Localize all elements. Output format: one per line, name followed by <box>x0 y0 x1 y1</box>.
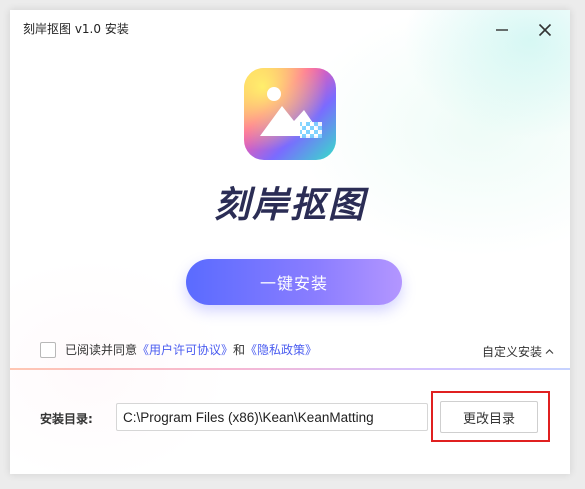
custom-install-label: 自定义安装 <box>482 345 543 359</box>
agreement-prefix: 已阅读并同意 <box>65 343 138 357</box>
privacy-policy-link[interactable]: 《隐私政策》 <box>245 341 317 358</box>
user-agreement-link[interactable]: 《用户许可协议》 <box>137 341 233 358</box>
chevron-up-icon <box>545 349 554 354</box>
agreement-row: 已阅读并同意 《用户许可协议》 和 《隐私政策》 <box>40 341 317 358</box>
install-directory-input[interactable]: C:\Program Files (x86)\Kean\KeanMatting <box>116 403 428 431</box>
close-icon <box>538 23 552 37</box>
brand-name: 刻岸抠图 <box>213 185 366 226</box>
section-divider <box>10 368 570 370</box>
custom-install-toggle[interactable]: 自定义安装 <box>482 343 554 360</box>
app-logo-icon <box>244 68 336 160</box>
minimize-icon <box>496 29 508 31</box>
close-button[interactable] <box>533 18 557 42</box>
installer-window: 刻岸抠图 v1.0 安装 刻岸抠图 一键安装 已阅读并同意 《用户许可协议》 和… <box>10 10 570 474</box>
window-title: 刻岸抠图 v1.0 安装 <box>23 22 129 36</box>
change-directory-button[interactable]: 更改目录 <box>440 401 538 433</box>
agreement-and: 和 <box>233 343 246 357</box>
one-click-install-button[interactable]: 一键安装 <box>186 259 402 305</box>
minimize-button[interactable] <box>490 18 514 42</box>
install-directory-label: 安装目录: <box>40 412 93 426</box>
agreement-checkbox[interactable] <box>40 341 56 358</box>
